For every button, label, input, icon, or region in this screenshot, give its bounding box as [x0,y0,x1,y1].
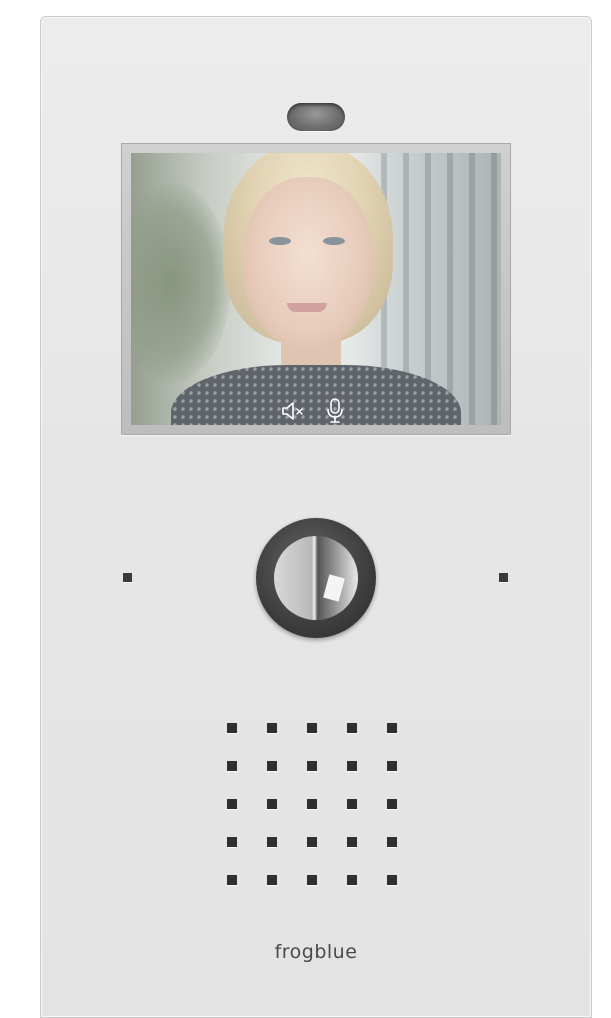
speaker-grille-hole [387,799,397,809]
camera-lens-glass [274,536,358,620]
microphone-button[interactable] [323,398,347,423]
speaker-grille-hole [307,837,317,847]
speaker-grille-hole [227,761,237,771]
microphone-icon [327,398,343,423]
screen-controls [281,398,347,423]
speaker-grille-hole [267,761,277,771]
speaker-grille-hole [267,799,277,809]
speaker-grille-hole [347,875,357,885]
speaker-grille-hole [387,723,397,733]
speaker-grille-hole [307,761,317,771]
speaker-grille-hole [227,723,237,733]
speaker-grille-hole [267,875,277,885]
speaker-grille-hole [267,837,277,847]
speaker-grille-hole [227,799,237,809]
speaker-grille-hole [227,875,237,885]
camera-lens [256,518,376,638]
speaker-grille-hole [227,837,237,847]
brand-logo: frogblue [274,941,358,963]
speaker-grille-hole [307,799,317,809]
proximity-sensor [287,103,345,131]
speaker-grille-hole [387,761,397,771]
speaker-grille-hole [347,799,357,809]
speaker-grille-hole [387,875,397,885]
speaker-grille-hole [267,723,277,733]
speaker-grille [227,723,399,887]
speaker-grille-hole [347,723,357,733]
speaker-grille-hole [307,723,317,733]
camera-lens-glint [323,574,345,602]
intercom-panel: frogblue [40,16,592,1018]
status-led-left [123,573,132,582]
speaker-muted-icon [282,402,303,420]
speaker-grille-hole [347,837,357,847]
mute-speaker-button[interactable] [281,399,305,423]
speaker-grille-hole [307,875,317,885]
status-led-right [499,573,508,582]
video-screen [131,153,501,425]
video-screen-frame [121,143,511,435]
speaker-grille-hole [347,761,357,771]
speaker-grille-hole [387,837,397,847]
screen-glare [131,153,501,425]
